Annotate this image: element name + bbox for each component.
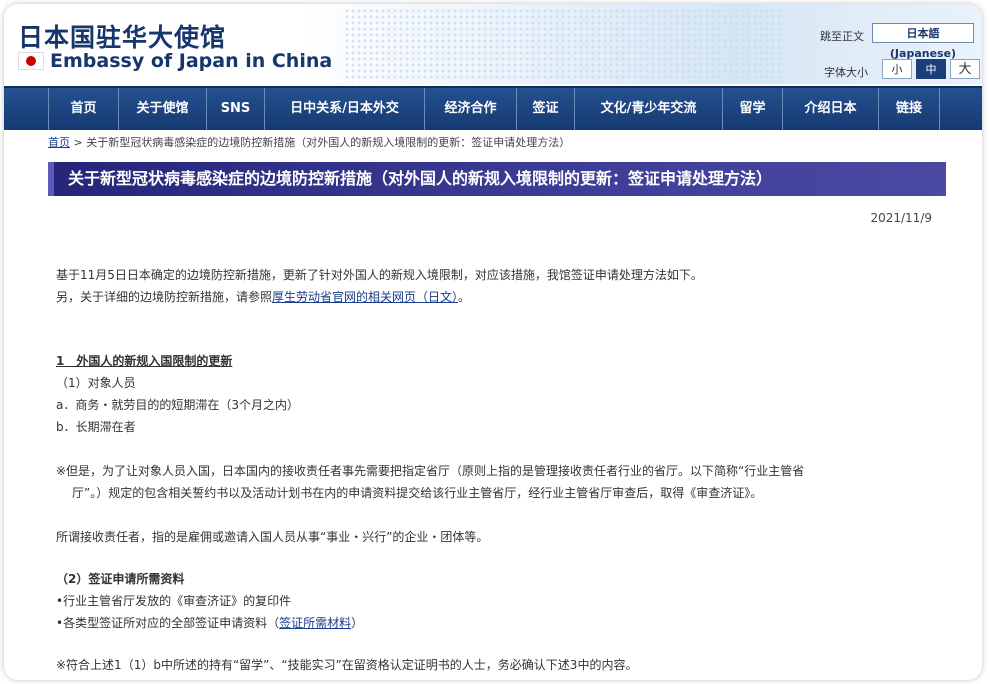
nav-item-japan-china-relations[interactable]: 日中关系/日本外交 bbox=[264, 88, 424, 130]
required-doc-item1: •行业主管省厅发放的《审查济证》的复印件 bbox=[56, 594, 292, 608]
section1-subheading-target: （1）对象人员 bbox=[56, 376, 136, 390]
skip-to-content-link[interactable]: 跳至正文 bbox=[820, 28, 864, 44]
receiver-definition-text: 所谓接收责任者，指的是雇佣或邀请入国人员从事“事业・兴行”的企业・团体等。 bbox=[56, 530, 489, 544]
font-size-label: 字体大小 bbox=[824, 66, 868, 79]
nav-item-links[interactable]: 链接 bbox=[878, 88, 940, 130]
note-paragraph-line2: 厅”。）规定的包含相关誓约书以及活动计划书在内的申请资料提交给该行业主管省厅，经… bbox=[72, 486, 763, 500]
page-title: 关于新型冠状病毒感染症的边境防控新措施（对外国人的新规入境限制的更新：签证申请处… bbox=[68, 169, 773, 188]
nav-item-introduce-japan[interactable]: 介绍日本 bbox=[782, 88, 878, 130]
publish-date: 2021/11/9 bbox=[870, 211, 932, 225]
section1-item-b: b．长期滞在者 bbox=[56, 420, 136, 434]
section1-heading: 1 外国人的新规入国限制的更新 bbox=[56, 354, 233, 368]
visa-materials-link[interactable]: 签证所需材料 bbox=[279, 616, 351, 630]
nav-item-about-embassy[interactable]: 关于使馆 bbox=[118, 88, 206, 130]
required-doc-item2-suffix: ） bbox=[351, 616, 364, 630]
breadcrumb-home-link[interactable]: 首页 bbox=[48, 136, 70, 149]
nav-item-economic-cooperation[interactable]: 经济合作 bbox=[424, 88, 516, 130]
font-size-medium-button[interactable]: 中 bbox=[916, 59, 946, 79]
note-study-training-text: ※符合上述1（1）b中所述的持有“留学”、“技能实习”在留资格认定证明书的人士，… bbox=[56, 658, 638, 672]
site-title-japanese[interactable]: 日本国驻华大使馆 bbox=[18, 18, 226, 54]
site-header: 日本国驻华大使馆 Embassy of Japan in China 跳至正文 … bbox=[4, 4, 982, 84]
required-doc-item2: •各类型签证所对应的全部签证申请资料（签证所需材料） bbox=[56, 614, 363, 631]
page-title-bar: 关于新型冠状病毒感染症的边境防控新措施（对外国人的新规入境限制的更新：签证申请处… bbox=[48, 162, 946, 196]
nav-item-visa[interactable]: 签证 bbox=[516, 88, 574, 130]
section1-item-a: a．商务・就劳目的的短期滞在（3个月之内） bbox=[56, 398, 299, 412]
nav-item-study-abroad[interactable]: 留学 bbox=[722, 88, 782, 130]
language-japanese-button[interactable]: 日本語 (Japanese) bbox=[872, 23, 974, 60]
site-title-english[interactable]: Embassy of Japan in China bbox=[50, 50, 332, 72]
browser-frame: 日本国驻华大使馆 Embassy of Japan in China 跳至正文 … bbox=[4, 4, 982, 680]
japan-flag-icon bbox=[18, 52, 44, 70]
main-nav: 首页 关于使馆 SNS 日中关系/日本外交 经济合作 签证 文化/青少年交流 留… bbox=[4, 86, 982, 130]
intro-line2-suffix: 。 bbox=[458, 290, 471, 304]
font-size-large-button[interactable]: 大 bbox=[950, 59, 980, 79]
intro-paragraph-line1: 基于11月5日日本确定的边境防控新措施，更新了针对外国人的新规入境限制，对应该措… bbox=[56, 268, 703, 282]
breadcrumb-current: > 关于新型冠状病毒感染症的边境防控新措施（对外国人的新规入境限制的更新：签证申… bbox=[70, 136, 571, 149]
nav-item-sns[interactable]: SNS bbox=[206, 88, 264, 130]
breadcrumb: 首页 > 关于新型冠状病毒感染症的边境防控新措施（对外国人的新规入境限制的更新：… bbox=[48, 134, 570, 150]
font-size-small-button[interactable]: 小 bbox=[882, 59, 912, 79]
section2-subheading: （2）签证申请所需资料 bbox=[56, 572, 185, 586]
required-doc-item2-text: •各类型签证所对应的全部签证申请资料（ bbox=[56, 616, 280, 630]
intro-paragraph-line2: 另，关于详细的边境防控新措施，请参照厚生劳动省官网的相关网页（日文）。 bbox=[56, 288, 470, 305]
nav-item-home[interactable]: 首页 bbox=[48, 88, 118, 130]
mhlw-page-link[interactable]: 厚生劳动省官网的相关网页（日文） bbox=[272, 290, 458, 304]
intro-line2-text: 另，关于详细的边境防控新措施，请参照 bbox=[56, 290, 273, 304]
nav-item-culture-youth-exchange[interactable]: 文化/青少年交流 bbox=[574, 88, 722, 130]
note-paragraph-line1: ※但是，为了让对象人员入国，日本国内的接收责任者事先需要把指定省厅（原则上指的是… bbox=[56, 464, 805, 478]
world-map-decoration bbox=[344, 8, 784, 82]
